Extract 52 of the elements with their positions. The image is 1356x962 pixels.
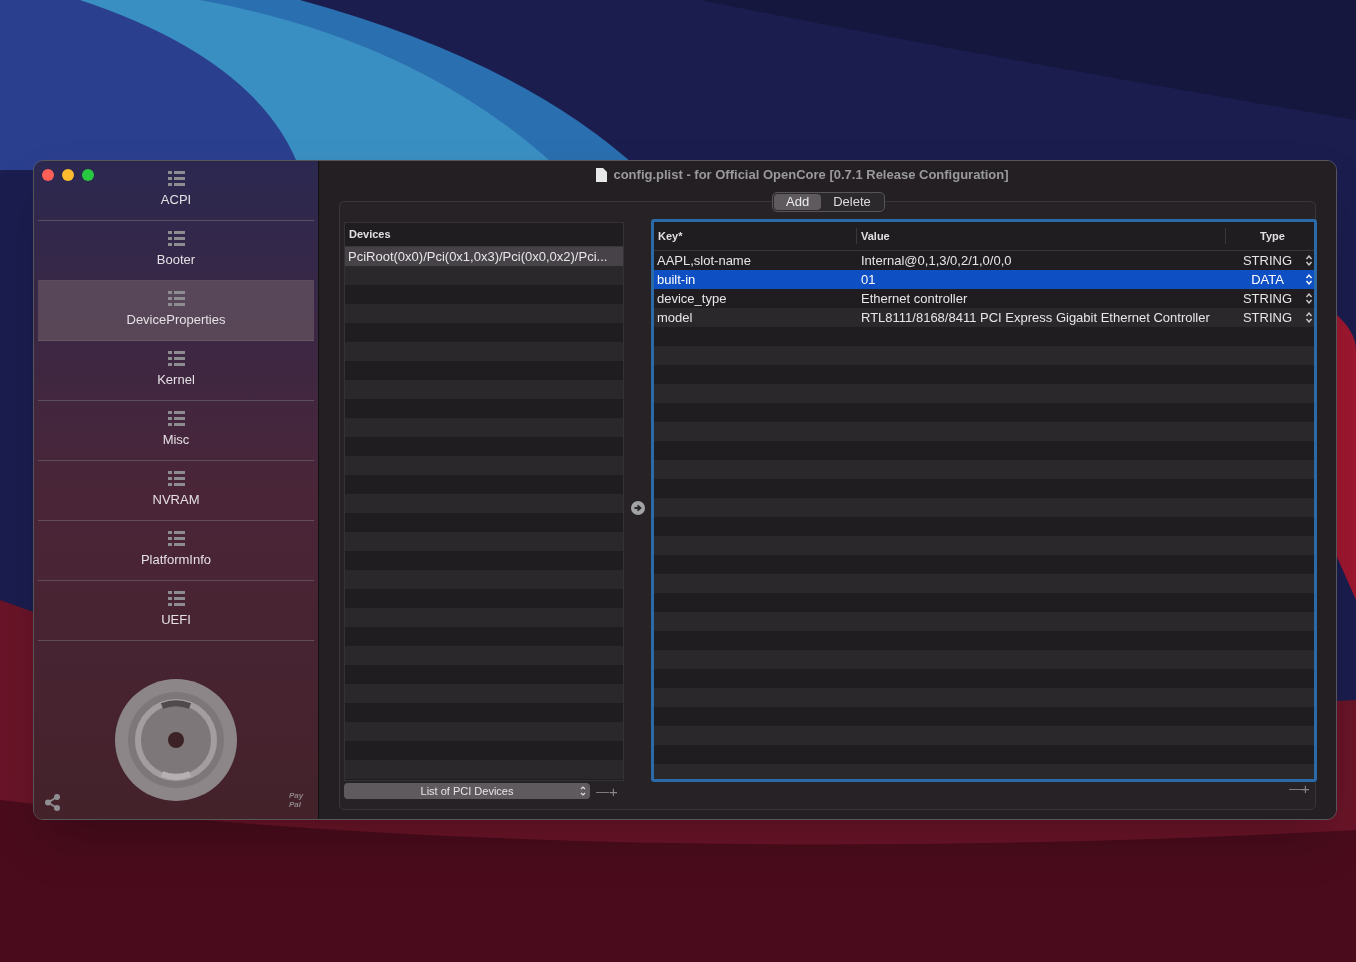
arrow-right-icon[interactable]	[631, 501, 645, 515]
stepper-icon[interactable]	[1305, 311, 1313, 324]
value-cell-text: 01	[860, 270, 877, 289]
list-dropdown[interactable]: List of PCI Devices	[344, 783, 590, 799]
add-button[interactable]: +	[609, 783, 618, 799]
type-cell-text: DATA	[1250, 270, 1285, 289]
type-cell-text: STRING	[1241, 308, 1294, 327]
value-cell-text: Internal@0,1,3/0,2/1,0/0,0	[860, 251, 1013, 270]
column-header[interactable]: Devices	[349, 226, 391, 243]
sidebar-item[interactable]: ACPI	[38, 161, 314, 221]
minimize-button[interactable]	[62, 169, 74, 181]
type-cell-text: STRING	[1241, 289, 1294, 308]
column-header[interactable]: Value	[857, 227, 1226, 245]
list-icon	[167, 171, 185, 187]
segment-tab[interactable]: Add	[774, 194, 822, 210]
column-header[interactable]: Type	[1226, 227, 1311, 245]
key-cell-text: device_type	[656, 289, 728, 308]
window-title: config.plist - for Official OpenCore [0.7.1 Release Configuration]	[613, 166, 1009, 185]
column-header[interactable]: Key*	[654, 227, 857, 245]
list-icon	[167, 231, 185, 247]
list-icon	[167, 471, 185, 487]
add-button[interactable]: +	[1301, 781, 1310, 796]
document-icon	[596, 168, 608, 182]
zoom-button[interactable]	[82, 169, 94, 181]
sidebar-item[interactable]: NVRAM	[38, 461, 314, 521]
list-icon	[167, 411, 185, 427]
sidebar-item[interactable]: Misc	[38, 401, 314, 461]
segment-tab[interactable]: Delete	[821, 194, 883, 210]
stepper-icon[interactable]	[1305, 292, 1313, 305]
sidebar-item[interactable]: Kernel	[38, 341, 314, 401]
gear-icon[interactable]	[114, 678, 238, 802]
paypal-link[interactable]: Pay Pal	[289, 791, 309, 809]
table-row[interactable]: built-in 01 DATA	[654, 270, 1314, 289]
value-cell-text: Ethernet controller	[860, 289, 969, 308]
type-cell-text: STRING	[1241, 251, 1294, 270]
sidebar-item[interactable]: UEFI	[38, 581, 314, 641]
list-icon	[167, 591, 185, 607]
list-icon	[167, 531, 185, 547]
share-icon[interactable]	[44, 794, 61, 811]
close-button[interactable]	[42, 169, 54, 181]
stepper-icon[interactable]	[1305, 254, 1313, 267]
remove-button[interactable]: —	[1289, 782, 1302, 795]
key-cell-text: built-in	[656, 270, 697, 289]
key-cell-text: model	[656, 308, 694, 327]
key-cell-text: AAPL,slot-name	[656, 251, 752, 270]
value-cell-text: RTL8111/8168/8411 PCI Express Gigabit Ethernet Controller	[860, 308, 1211, 327]
list-icon	[167, 351, 185, 367]
remove-button[interactable]: —	[596, 784, 609, 798]
table-row[interactable]: PciRoot(0x0)/Pci(0x1,0x3)/Pci(0x0,0x2)/Pci...	[345, 247, 623, 266]
list-icon	[167, 291, 185, 307]
sidebar-item[interactable]: DeviceProperties	[38, 281, 314, 341]
sidebar-item[interactable]: PlatformInfo	[38, 521, 314, 581]
